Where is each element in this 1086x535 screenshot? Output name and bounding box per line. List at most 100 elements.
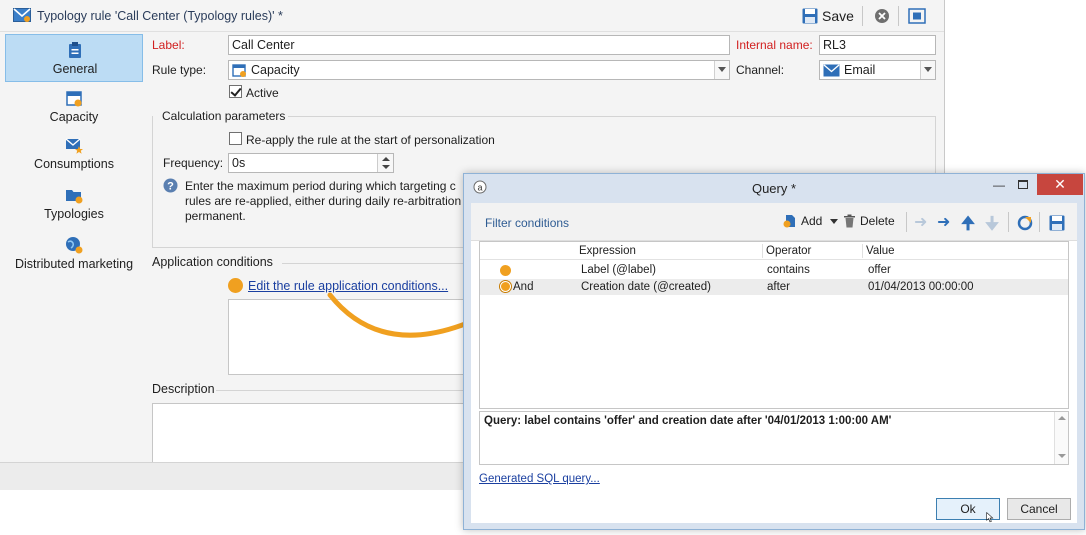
toolbar-separator [898, 6, 899, 26]
cancel-button[interactable] [874, 6, 890, 26]
add-button[interactable]: Add [783, 214, 839, 228]
arrow-right-icon[interactable]: ➜ [937, 212, 950, 232]
filter-toolbar: Filter conditions Add Delete ➜ ➜ 🠉 🠋 [471, 203, 1077, 241]
active-checkbox[interactable] [229, 85, 242, 98]
reapply-label: Re-apply the rule at the start of person… [246, 133, 495, 147]
trash-icon [844, 214, 855, 228]
folder-icon [66, 190, 83, 204]
dialog-body: Filter conditions Add Delete ➜ ➜ 🠉 🠋 Exp… [471, 203, 1077, 523]
calendar-icon [66, 91, 82, 107]
maximize-icon [1018, 180, 1028, 189]
chevron-down-icon[interactable] [714, 61, 729, 79]
row-operator: contains [767, 264, 810, 276]
query-dialog: a Query * — ✕ Filter conditions Add Dele… [463, 173, 1085, 530]
rule-type-select[interactable]: Capacity [228, 60, 730, 80]
sidebar-item-general[interactable]: General [5, 34, 143, 82]
sidebar-item-typologies[interactable]: Typologies [5, 180, 143, 228]
close-button[interactable]: ✕ [1037, 174, 1083, 195]
sidebar: General Capacity Consumptions Typologies… [0, 32, 148, 462]
summary-scrollbar[interactable] [1054, 412, 1068, 464]
help-icon: ? [163, 178, 178, 193]
label-field-label: Label: [152, 38, 185, 52]
sidebar-item-label: Capacity [49, 110, 99, 124]
application-conditions-title: Application conditions [152, 255, 273, 269]
fullscreen-icon [908, 8, 926, 24]
refresh-icon[interactable] [1017, 215, 1033, 231]
chevron-down-icon[interactable] [830, 218, 839, 224]
sidebar-item-distributed-marketing[interactable]: Distributed marketing [5, 230, 143, 278]
minimize-button[interactable]: — [988, 174, 1010, 195]
arrow-left-icon[interactable]: ➜ [914, 212, 927, 232]
rule-type-label: Rule type: [152, 63, 207, 77]
chevron-up-icon[interactable] [1058, 416, 1066, 420]
query-summary-text: Query: label contains 'offer' and creati… [484, 415, 892, 427]
chevron-down-icon[interactable] [382, 165, 390, 169]
help-text-line-2: rules are re-applied, either during dail… [185, 194, 462, 208]
arrow-down-icon[interactable]: 🠋 [985, 211, 999, 240]
help-text-line-3: permanent. [185, 209, 246, 223]
typology-rule-icon [13, 8, 31, 22]
save-button[interactable]: Save [802, 6, 854, 26]
window-title: Typology rule 'Call Center (Typology rul… [37, 9, 283, 23]
delete-label: Delete [860, 214, 895, 228]
condition-link-icon [500, 281, 511, 292]
sidebar-item-consumptions[interactable]: Consumptions [5, 130, 143, 178]
table-row[interactable]: And Creation date (@created) after 01/04… [480, 279, 1068, 295]
sidebar-item-label: Distributed marketing [14, 257, 134, 271]
column-header-expression[interactable]: Expression [579, 245, 636, 257]
chevron-down-icon[interactable] [920, 61, 935, 79]
chevron-down-icon[interactable] [1058, 454, 1066, 458]
conditions-grid: Expression Operator Value Label (@label)… [479, 241, 1069, 409]
column-header-value[interactable]: Value [866, 245, 895, 257]
row-operator: after [767, 281, 791, 293]
add-condition-icon [783, 215, 795, 228]
generated-sql-link[interactable]: Generated SQL query... [479, 473, 600, 485]
toolbar-separator [1008, 212, 1009, 232]
frequency-label: Frequency: [163, 156, 224, 170]
globe-icon [66, 237, 83, 254]
toolbar-separator [906, 212, 907, 232]
save-label: Save [822, 8, 854, 24]
help-text-line-1: Enter the maximum period during which ta… [185, 179, 456, 193]
envelope-star-icon [65, 138, 83, 154]
label-input[interactable]: Call Center [228, 35, 730, 55]
channel-select[interactable]: Email [819, 60, 936, 80]
toolbar-separator [1039, 212, 1040, 232]
sidebar-item-label: Consumptions [34, 157, 114, 171]
sidebar-item-capacity[interactable]: Capacity [5, 83, 143, 131]
query-summary: Query: label contains 'offer' and creati… [479, 411, 1069, 465]
cancel-button[interactable]: Cancel [1007, 498, 1071, 520]
grid-header: Expression Operator Value [480, 242, 1068, 260]
floppy-disk-icon [802, 8, 818, 24]
maximize-button[interactable] [908, 6, 926, 26]
internal-name-label: Internal name: [736, 38, 813, 52]
column-divider [762, 244, 763, 258]
internal-name-input[interactable]: RL3 [819, 35, 936, 55]
delete-button[interactable]: Delete [843, 214, 895, 228]
minimize-icon: — [993, 177, 1005, 192]
rule-type-value: Capacity [251, 63, 300, 77]
arrow-up-icon[interactable]: 🠉 [961, 211, 975, 240]
add-label: Add [801, 214, 823, 228]
sidebar-item-label: General [52, 62, 98, 76]
row-prefix: And [513, 281, 534, 293]
toolbar-separator [862, 6, 863, 26]
reapply-checkbox[interactable] [229, 132, 242, 145]
floppy-disk-icon[interactable] [1049, 215, 1065, 231]
chevron-up-icon[interactable] [382, 157, 390, 161]
condition-status-icon [228, 278, 243, 293]
channel-label: Channel: [736, 63, 785, 77]
frequency-stepper[interactable] [377, 154, 393, 172]
maximize-button[interactable] [1012, 174, 1034, 195]
row-value: 01/04/2013 00:00:00 [868, 281, 974, 293]
condition-status-icon [500, 265, 511, 276]
table-row[interactable]: Label (@label) contains offer [480, 262, 1068, 278]
clipboard-icon [69, 42, 81, 58]
filter-conditions-title: Filter conditions [485, 216, 570, 230]
column-header-operator[interactable]: Operator [766, 245, 811, 257]
frequency-input[interactable]: 0s [228, 153, 394, 173]
envelope-icon [823, 64, 840, 77]
close-circle-icon [875, 9, 889, 23]
row-expression: Creation date (@created) [581, 281, 711, 293]
svg-text:?: ? [167, 181, 174, 193]
